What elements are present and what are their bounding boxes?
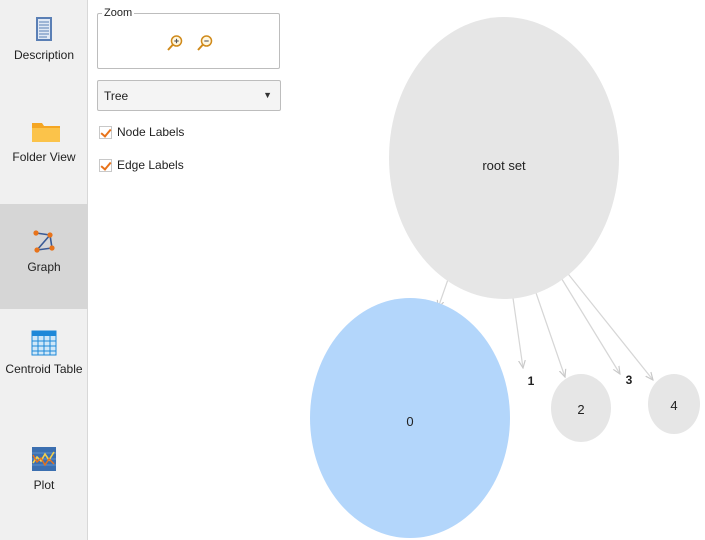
- layout-select-value: Tree: [104, 89, 129, 103]
- sidebar-item-label: Description: [13, 48, 75, 62]
- edge-labels-checkbox[interactable]: [99, 158, 112, 172]
- edge-labels-label: Edge Labels: [117, 158, 184, 172]
- sidebar-item-label: Plot: [33, 478, 55, 492]
- zoom-label: Zoom: [102, 6, 135, 20]
- folder-icon: [31, 118, 60, 144]
- sidebar-item-folder-view[interactable]: Folder View: [0, 118, 88, 198]
- edge-labels-checkbox-row[interactable]: Edge Labels: [99, 158, 184, 172]
- node-labels-checkbox-row[interactable]: Node Labels: [99, 125, 184, 139]
- edge-label: 1: [528, 374, 535, 388]
- zoom-in-button[interactable]: [166, 34, 184, 52]
- zoom-group: Zoom: [97, 6, 280, 69]
- sidebar-item-graph[interactable]: Graph: [0, 204, 88, 309]
- node-labels-checkbox[interactable]: [99, 125, 112, 139]
- zoom-out-icon: [196, 34, 214, 52]
- graph-node-label: 0: [406, 414, 413, 429]
- graph-edge: [559, 275, 620, 374]
- edge-label: 3: [626, 373, 633, 387]
- sidebar-item-label: Graph: [27, 260, 61, 274]
- graph-canvas[interactable]: 1 3 root set 0 2 4: [290, 0, 705, 540]
- sidebar-item-label: Centroid Table: [5, 362, 83, 376]
- graph-node-label: root set: [482, 158, 526, 173]
- sidebar-item-plot[interactable]: Plot: [0, 446, 88, 516]
- document-icon: [31, 16, 57, 42]
- layout-select[interactable]: Tree ▼: [97, 80, 281, 111]
- zoom-in-icon: [166, 34, 184, 52]
- plot-icon: [31, 446, 57, 472]
- sidebar: Description Folder View Graph Centroid T…: [0, 0, 88, 540]
- graph-node-label: 2: [577, 402, 584, 417]
- chevron-down-icon: ▼: [263, 90, 272, 100]
- graph-edge: [534, 289, 565, 377]
- table-icon: [31, 330, 57, 356]
- sidebar-item-label: Folder View: [12, 150, 76, 164]
- sidebar-item-centroid-table[interactable]: Centroid Table: [0, 330, 88, 410]
- graph-node-label: 4: [670, 398, 677, 413]
- sidebar-item-description[interactable]: Description: [0, 16, 88, 86]
- node-labels-label: Node Labels: [117, 125, 185, 139]
- graph-edge: [564, 269, 653, 380]
- graph-icon: [31, 228, 57, 254]
- graph-edge: [512, 297, 523, 368]
- zoom-out-button[interactable]: [196, 34, 214, 52]
